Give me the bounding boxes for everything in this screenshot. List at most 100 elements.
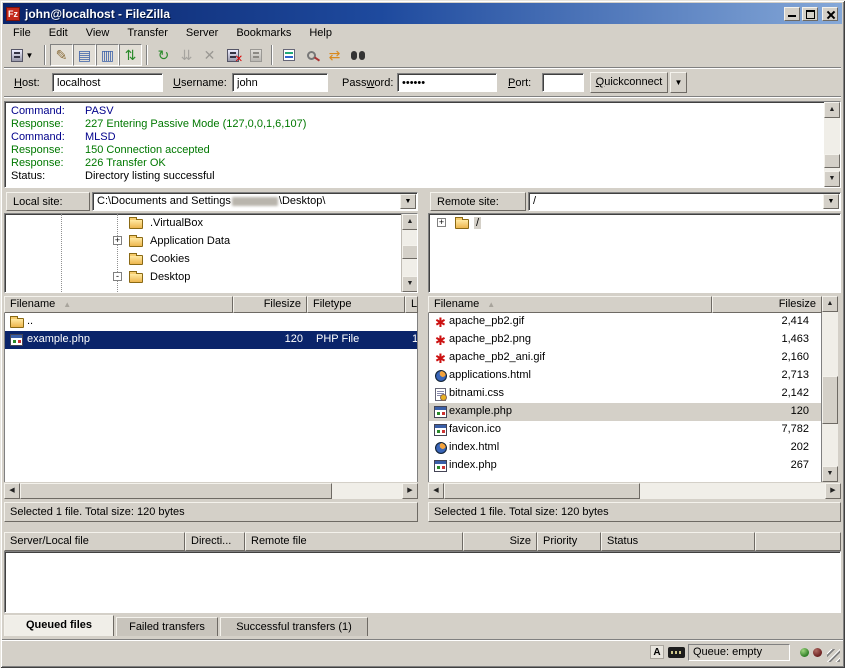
scroll-thumb[interactable] <box>444 483 640 499</box>
scroll-up-button[interactable]: ▲ <box>402 214 418 230</box>
reconnect-button[interactable] <box>244 44 267 66</box>
scroll-left-button[interactable]: ◀ <box>4 483 20 499</box>
tree-item-root[interactable]: + / <box>429 214 840 232</box>
scroll-down-button[interactable]: ▼ <box>402 276 418 292</box>
port-input[interactable] <box>542 73 584 92</box>
toggle-remote-tree-button[interactable]: ▥ <box>96 44 119 66</box>
remote-list-scrollbar[interactable]: ▲ ▼ <box>822 296 838 482</box>
process-queue-button[interactable]: ⇊ <box>175 44 198 66</box>
local-hscrollbar[interactable]: ◀ ▶ <box>4 483 418 499</box>
local-tree-scrollbar[interactable]: ▲ ▼ <box>401 214 417 292</box>
username-input[interactable] <box>232 73 328 92</box>
tree-item-virtualbox[interactable]: .VirtualBox <box>5 214 417 232</box>
menu-file[interactable]: File <box>4 26 40 42</box>
quickconnect-dropdown-button[interactable]: ▼ <box>670 72 687 93</box>
menu-bookmarks[interactable]: Bookmarks <box>227 26 300 42</box>
local-column-filesize[interactable]: Filesize <box>233 296 307 313</box>
remote-hscrollbar[interactable]: ◀ ▶ <box>428 483 841 499</box>
local-column-filetype[interactable]: Filetype <box>307 296 405 313</box>
directory-comparison-button[interactable] <box>300 44 323 66</box>
tab-queued-files[interactable]: Queued files <box>4 615 114 636</box>
apache-image-file-icon: ✱ <box>433 315 448 329</box>
tree-expand-icon[interactable]: + <box>437 218 446 227</box>
file-row[interactable]: bitnami.css 2,142 <box>429 385 821 403</box>
scroll-thumb[interactable] <box>402 245 418 259</box>
toggle-transfer-queue-button[interactable]: ⇅ <box>119 44 142 66</box>
menu-view[interactable]: View <box>77 26 119 42</box>
scroll-right-button[interactable]: ▶ <box>825 483 841 499</box>
server-icon <box>250 49 262 62</box>
local-site-combobox[interactable]: C:\Documents and Settings\Desktop\ ▼ <box>92 192 418 211</box>
scroll-thumb[interactable] <box>822 376 838 424</box>
scroll-up-button[interactable]: ▲ <box>824 102 840 118</box>
folder-icon <box>129 273 143 283</box>
directory-listing-filters-button[interactable] <box>277 44 300 66</box>
remote-column-filename[interactable]: Filename▲ <box>428 296 712 313</box>
remote-site-combobox[interactable]: / ▼ <box>528 192 841 211</box>
queue-column-priority[interactable]: Priority <box>537 532 601 551</box>
queue-column-remote-file[interactable]: Remote file <box>245 532 463 551</box>
open-site-manager-button[interactable]: ▼ <box>4 44 40 66</box>
file-row-example-php[interactable]: example.php 120 PHP File 1 <box>5 331 417 349</box>
synchronized-browsing-button[interactable]: ⇄ <box>323 44 346 66</box>
close-button[interactable] <box>822 7 838 21</box>
combo-dropdown-button[interactable]: ▼ <box>400 194 416 209</box>
quickconnect-button[interactable]: Quickconnect <box>590 72 668 93</box>
pane-splitter[interactable] <box>418 192 428 523</box>
file-row-selected[interactable]: example.php 120 <box>429 403 821 421</box>
find-files-button[interactable] <box>346 44 369 66</box>
scroll-down-button[interactable]: ▼ <box>822 466 838 482</box>
file-row-updir[interactable]: .. <box>5 313 417 331</box>
tab-failed-transfers[interactable]: Failed transfers <box>116 617 218 636</box>
refresh-listings-button[interactable]: ↻ <box>152 44 175 66</box>
menu-help[interactable]: Help <box>300 26 341 42</box>
menu-server[interactable]: Server <box>177 26 227 42</box>
queue-column-size[interactable]: Size <box>463 532 537 551</box>
redacted-username <box>232 197 278 206</box>
tree-expand-icon[interactable]: + <box>113 236 122 245</box>
file-row[interactable]: index.html 202 <box>429 439 821 457</box>
scroll-up-button[interactable]: ▲ <box>822 296 838 312</box>
scroll-thumb[interactable] <box>20 483 332 499</box>
folder-icon <box>9 315 24 329</box>
file-row[interactable]: applications.html 2,713 <box>429 367 821 385</box>
file-row[interactable]: favicon.ico 7,782 <box>429 421 821 439</box>
menu-edit[interactable]: Edit <box>40 26 77 42</box>
cancel-operation-button[interactable]: ✕ <box>198 44 221 66</box>
toggle-local-tree-button[interactable]: ▤ <box>73 44 96 66</box>
tree-item-application-data[interactable]: + Application Data <box>5 232 417 250</box>
scroll-right-button[interactable]: ▶ <box>402 483 418 499</box>
file-row[interactable]: ✱ apache_pb2.gif 2,414 <box>429 313 821 331</box>
scroll-thumb[interactable] <box>824 154 840 168</box>
tree-collapse-icon[interactable]: - <box>113 272 122 281</box>
tree-item-desktop[interactable]: - Desktop <box>5 268 417 286</box>
combo-dropdown-button[interactable]: ▼ <box>823 194 839 209</box>
password-input[interactable] <box>397 73 497 92</box>
tab-successful-transfers[interactable]: Successful transfers (1) <box>220 617 368 636</box>
queue-column-direction[interactable]: Directi... <box>185 532 245 551</box>
php-file-icon <box>9 333 24 347</box>
file-row[interactable]: ✱ apache_pb2.png 1,463 <box>429 331 821 349</box>
remote-column-filesize[interactable]: Filesize <box>712 296 822 313</box>
disconnect-button[interactable]: ✕ <box>221 44 244 66</box>
menu-transfer[interactable]: Transfer <box>118 26 177 42</box>
tree-item-cookies[interactable]: Cookies <box>5 250 417 268</box>
open-folder-icon <box>455 219 469 229</box>
folder-icon <box>129 255 143 265</box>
queue-column-status[interactable]: Status <box>601 532 755 551</box>
local-column-filename[interactable]: Filename▲ <box>4 296 233 313</box>
resize-grip[interactable] <box>827 649 840 662</box>
minimize-button[interactable] <box>784 7 800 21</box>
scroll-left-button[interactable]: ◀ <box>428 483 444 499</box>
toggle-message-log-button[interactable]: ✎ <box>50 44 73 66</box>
log-scrollbar[interactable]: ▲ ▼ <box>824 102 840 187</box>
maximize-button[interactable] <box>802 7 818 21</box>
queue-column-server-local-file[interactable]: Server/Local file <box>4 532 185 551</box>
local-column-last-modified[interactable]: L <box>405 296 418 313</box>
scroll-down-button[interactable]: ▼ <box>824 171 840 187</box>
sync-arrows-icon: ⇄ <box>329 48 341 62</box>
file-row[interactable]: index.php 267 <box>429 457 821 475</box>
file-row[interactable]: ✱ apache_pb2_ani.gif 2,160 <box>429 349 821 367</box>
port-label: Port: <box>508 77 531 89</box>
host-input[interactable] <box>52 73 163 92</box>
